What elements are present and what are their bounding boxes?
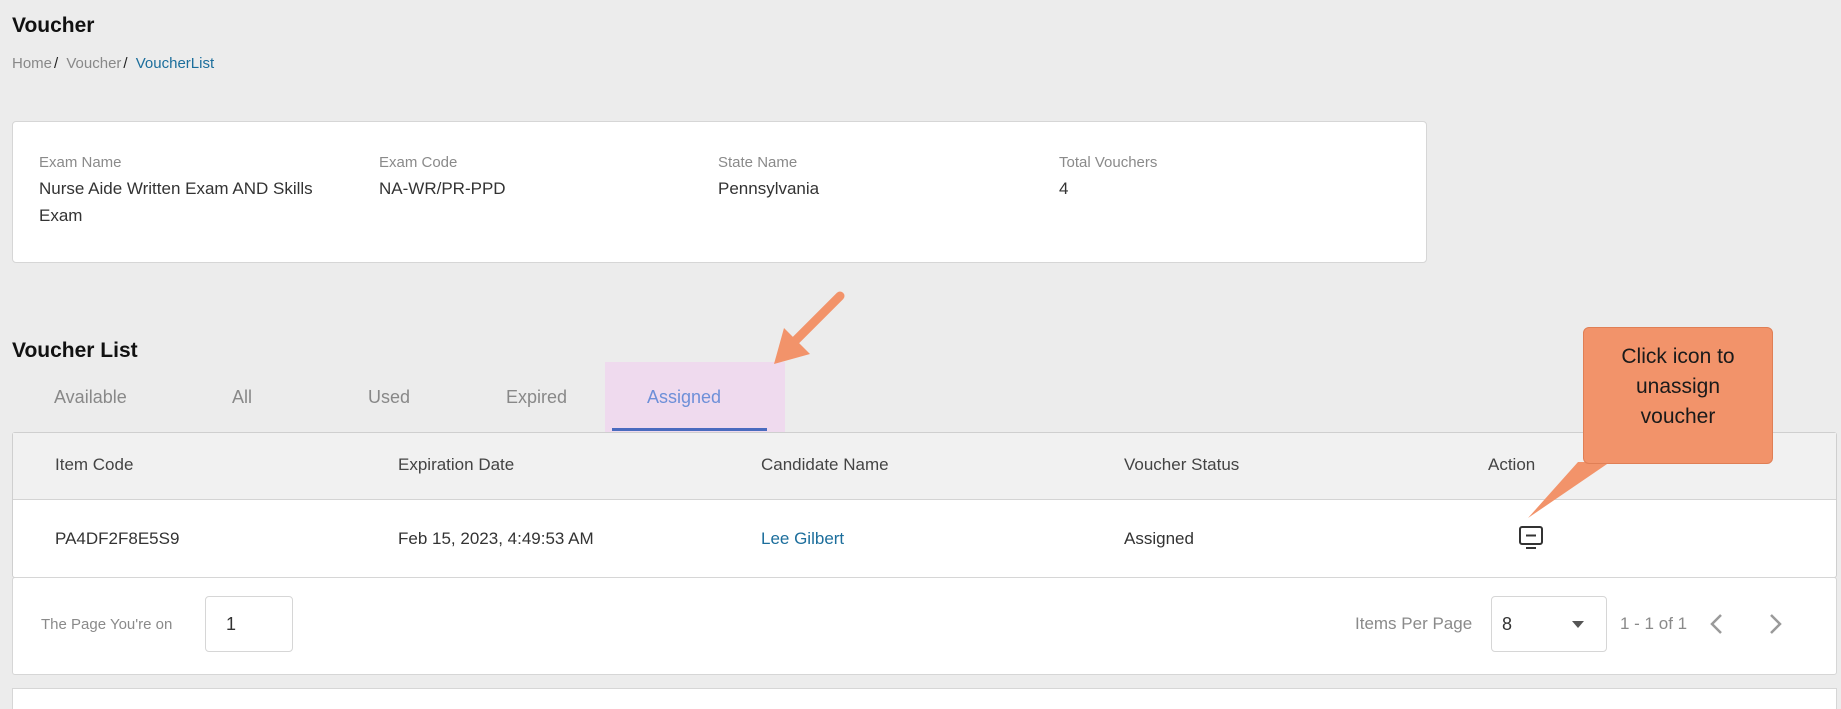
tab-expired[interactable]: Expired — [506, 362, 567, 432]
exam-name-value-line2: Exam — [39, 206, 83, 225]
callout-line3: voucher — [1640, 405, 1716, 428]
tab-all[interactable]: All — [232, 362, 252, 432]
tab-used[interactable]: Used — [368, 362, 410, 432]
voucher-status-cell: Assigned — [1124, 529, 1194, 548]
column-header-item-code: Item Code — [55, 455, 134, 474]
next-page-button[interactable] — [1761, 608, 1789, 640]
unassign-icon[interactable] — [1518, 525, 1544, 551]
total-vouchers-label: Total Vouchers — [1059, 154, 1158, 171]
breadcrumb-separator: / — [54, 55, 59, 72]
annotation-arrow — [774, 291, 845, 364]
items-per-page-value: 8 — [1502, 614, 1513, 634]
total-vouchers-field: Total Vouchers 4 — [1059, 154, 1157, 202]
column-header-expiration-date: Expiration Date — [398, 455, 515, 474]
items-per-page-select[interactable]: 8 — [1491, 596, 1607, 652]
tab-available[interactable]: Available — [54, 362, 127, 432]
total-vouchers-value: 4 — [1059, 179, 1069, 198]
breadcrumb-current: VoucherList — [135, 55, 215, 72]
chevron-left-icon — [1710, 614, 1722, 634]
column-header-candidate-name: Candidate Name — [761, 455, 889, 474]
exam-code-label: Exam Code — [379, 154, 458, 171]
breadcrumb-voucher[interactable]: Voucher — [66, 55, 121, 72]
column-header-voucher-status: Voucher Status — [1124, 455, 1240, 474]
exam-name-field: Exam Name Nurse Aide Written Exam AND Sk… — [39, 154, 313, 229]
page-range: 1 - 1 of 1 — [1620, 614, 1688, 633]
active-tab-indicator — [612, 428, 767, 431]
page-title: Voucher — [12, 14, 95, 37]
exam-name-value-line1: Nurse Aide Written Exam AND Skills — [39, 179, 313, 198]
items-per-page-label: Items Per Page — [1355, 614, 1473, 633]
callout-pointer — [1528, 462, 1610, 518]
exam-info-card: Exam Name Nurse Aide Written Exam AND Sk… — [12, 121, 1427, 263]
expiration-date-cell: Feb 15, 2023, 4:49:53 AM — [398, 529, 594, 548]
page-number-input[interactable] — [205, 596, 293, 652]
breadcrumb: Home / Voucher / VoucherList — [12, 55, 214, 72]
state-name-field: State Name Pennsylvania — [718, 154, 819, 202]
voucher-list-title: Voucher List — [12, 339, 138, 362]
item-code-cell: PA4DF2F8E5S9 — [55, 529, 180, 548]
chevron-right-icon — [1770, 614, 1782, 634]
breadcrumb-separator: / — [123, 55, 128, 72]
annotation-callout: Click icon to unassign voucher — [1583, 327, 1773, 464]
exam-code-value: NA-WR/PR-PPD — [379, 179, 506, 198]
lower-panel — [12, 688, 1837, 709]
state-name-value: Pennsylvania — [718, 179, 820, 198]
state-name-label: State Name — [718, 154, 798, 171]
tab-assigned[interactable]: Assigned — [647, 362, 721, 432]
exam-name-label: Exam Name — [39, 154, 122, 171]
callout-line2: unassign — [1635, 375, 1721, 398]
prev-page-button[interactable] — [1703, 608, 1731, 640]
exam-code-field: Exam Code NA-WR/PR-PPD — [379, 154, 506, 202]
callout-line1: Click icon to — [1621, 345, 1735, 368]
breadcrumb-home[interactable]: Home — [12, 55, 52, 72]
exam-name-value: Nurse Aide Written Exam AND Skills Exam — [39, 175, 313, 229]
caret-down-icon — [1572, 621, 1584, 628]
page-label: The Page You're on — [41, 616, 173, 633]
candidate-name-link[interactable]: Lee Gilbert — [761, 529, 844, 549]
pagination-bar: The Page You're on Items Per Page 8 1 - … — [12, 577, 1837, 675]
